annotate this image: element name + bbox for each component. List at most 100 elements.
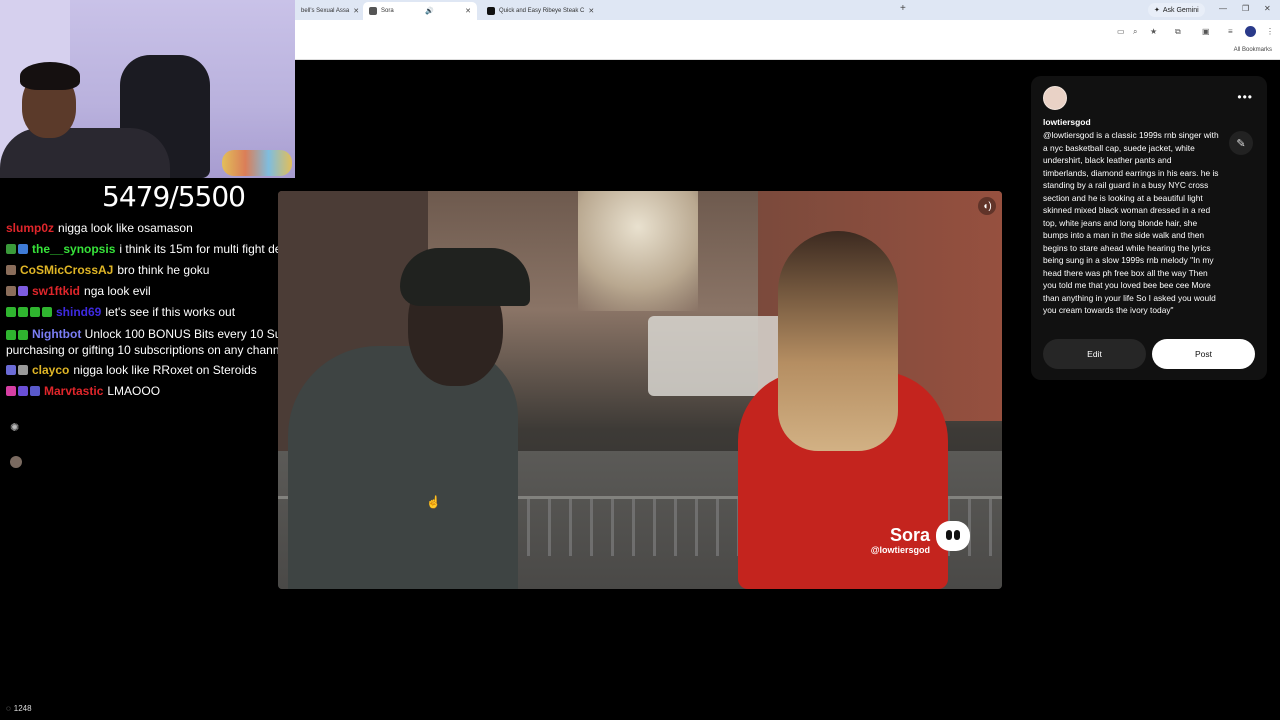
post-button[interactable]: Post [1152,339,1255,369]
video-player[interactable]: ◖) Sora @lowtiersgod [278,191,1002,589]
chat-message: Marvtastic LMAOOO [6,383,160,399]
close-icon[interactable]: ✕ [588,7,594,15]
tab-1[interactable]: Sora 🔊 ✕ [363,2,477,20]
chat-badge-icon[interactable] [18,307,28,317]
sora-favicon-icon [369,7,377,15]
avatar[interactable] [1043,86,1067,110]
chat-badges [6,244,28,254]
speaker-icon[interactable]: 🔊 [425,7,434,15]
close-icon[interactable]: ✕ [353,7,359,15]
browser-tab-bar: bell's Sexual Assa ✕ Sora 🔊 ✕ Quick and … [295,0,1280,20]
edit-button[interactable]: Edit [1043,339,1146,369]
chat-text: let's see if this works out [105,305,236,319]
loading-icon: ✺ [10,422,20,434]
viewer-count: ◌ 1248 [6,704,32,713]
profile-avatar[interactable] [1245,26,1256,37]
chat-username[interactable]: Marvtastic [44,383,103,399]
ask-gemini-label: Ask Gemini [1162,6,1199,14]
sora-watermark: Sora @lowtiersgod [870,521,970,555]
viewer-icon: ◌ [6,704,11,713]
viewer-count-value: 1248 [13,704,32,713]
chat-badge-icon[interactable] [30,307,40,317]
chat-badge-icon[interactable] [42,307,52,317]
sora-logo-icon [936,521,970,551]
menu-list-icon[interactable]: ≡ [1228,27,1233,36]
man-cap [400,248,530,306]
video-man [288,236,538,589]
chat-text: i think its 15m for multi fight deal [119,242,291,256]
video-sky [578,191,698,311]
pencil-icon[interactable]: ✎ [1229,131,1253,155]
more-options-icon[interactable]: ••• [1237,90,1253,104]
chat-username[interactable]: Nightbot [32,327,81,341]
tab-0[interactable]: bell's Sexual Assa ✕ [295,2,360,20]
prompt-text: @lowtiersgod is a classic 1999s rnb sing… [1043,130,1219,315]
chat-badges [6,329,28,340]
bookmark-star-icon[interactable]: ★ [1150,27,1157,36]
close-icon[interactable]: ✕ [465,7,471,15]
chat-badge-icon[interactable] [6,386,16,396]
cast-icon[interactable]: ▭ [1117,27,1125,36]
sidebar-icon[interactable]: ▣ [1202,27,1210,36]
chat-badge-icon[interactable] [18,244,28,254]
tab-title: bell's Sexual Assa [301,8,350,14]
chat-text: bro think he goku [117,263,210,277]
hand-cursor-icon: ☝ [426,495,441,509]
restore-icon[interactable]: ❐ [1242,4,1249,13]
streamer-body [0,128,170,178]
chair-logo [128,80,198,94]
chat-badge-icon[interactable] [6,365,16,375]
chat-badge-icon[interactable] [18,365,28,375]
chat-username[interactable]: clayco [32,362,69,378]
man-jacket [288,346,518,589]
chat-badge-icon[interactable] [6,329,16,340]
close-window-icon[interactable]: ✕ [1264,4,1271,13]
bookmarks-bar: All Bookmarks [295,43,1280,60]
chat-badge-icon[interactable] [6,307,16,317]
tab-title: Sora [381,8,394,14]
chat-username[interactable]: shind69 [56,304,101,320]
chat-badge-icon[interactable] [18,286,28,296]
chat-message: the__synopsis i think its 15m for multi … [6,241,291,257]
ask-gemini-button[interactable]: ✦ Ask Gemini [1148,3,1205,17]
chat-username[interactable]: slump0z [6,220,54,236]
chat-badges [6,386,40,396]
chat-message: shind69 let's see if this works out [6,304,235,320]
watermark-brand: Sora [889,525,930,545]
chat-username[interactable]: the__synopsis [32,241,115,257]
zoom-icon[interactable]: ⌕ [1133,27,1137,37]
chat-text: LMAOOO [107,384,161,398]
chat-badge-icon[interactable] [6,244,16,254]
chat-badge-icon[interactable] [30,386,40,396]
chat-badge-icon[interactable] [18,329,28,340]
chat-message: clayco nigga look like RRoxet on Steroid… [6,362,257,378]
minimize-icon[interactable]: — [1219,4,1227,13]
chat-text: nga look evil [84,284,151,298]
chat-text: nigga look like osamason [58,221,193,235]
webcam-feed [0,0,295,178]
chat-badge-icon[interactable] [6,286,16,296]
chat-username[interactable]: CoSMicCrossAJ [20,262,113,278]
chat-message: slump0z nigga look like osamason [6,220,193,236]
chat-username[interactable]: sw1ftkid [32,283,80,299]
woman-hair [778,231,898,451]
post-panel: ••• lowtiersgod ✎ @lowtiersgod is a clas… [1031,76,1267,380]
chat-badge-icon[interactable] [18,386,28,396]
all-bookmarks-link[interactable]: All Bookmarks [1234,47,1272,53]
streamer-hair [20,62,80,90]
tab-title: Quick and Easy Ribeye Steak C [499,8,585,14]
background-toys [222,150,292,176]
tiktok-favicon-icon [487,7,495,15]
chat-badges [6,307,52,317]
chat-message: sw1ftkid nga look evil [6,283,151,299]
extensions-icon[interactable]: ⧉ [1175,27,1181,37]
new-tab-button[interactable]: + [900,3,906,14]
chat-badge-icon[interactable] [6,265,16,275]
kebab-menu-icon[interactable]: ⋮ [1266,27,1274,36]
chat-badges [6,265,16,275]
tab-2[interactable]: Quick and Easy Ribeye Steak C ✕ [481,2,595,20]
post-username[interactable]: lowtiersgod [1043,117,1091,127]
volume-icon[interactable]: ◖) [978,197,996,215]
chat-message: CoSMicCrossAJ bro think he goku [6,262,209,278]
watermark-handle: @lowtiersgod [870,545,930,555]
